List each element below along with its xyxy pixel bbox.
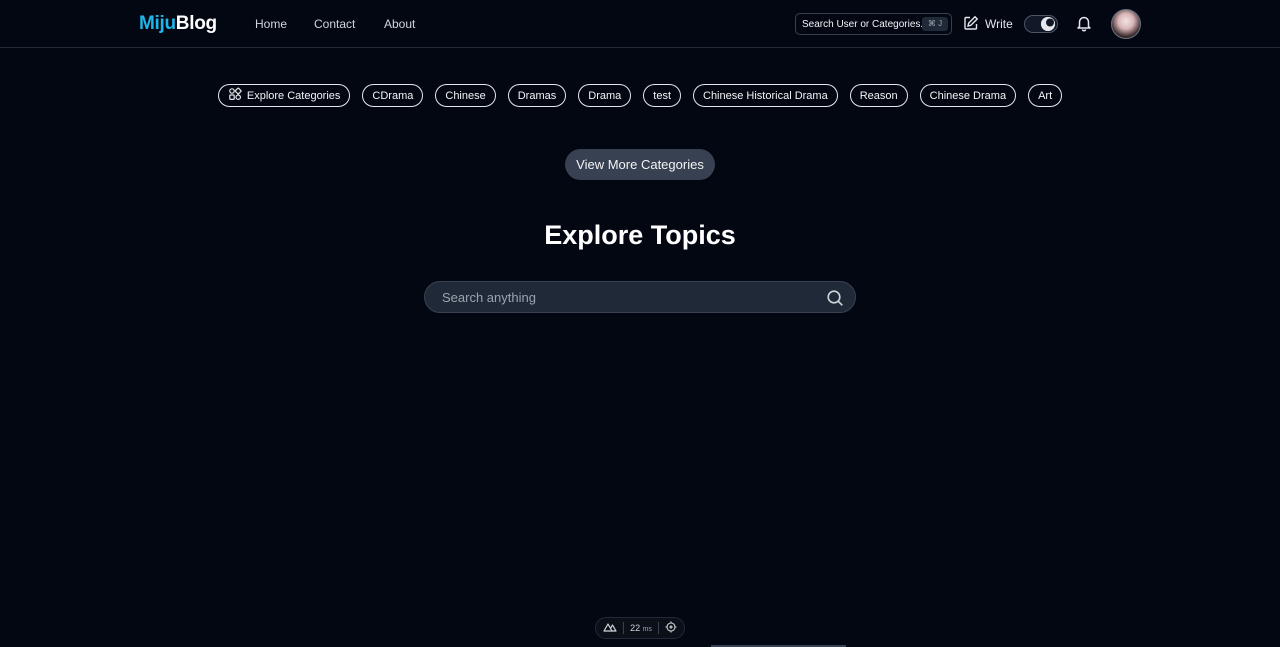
dev-toolbar: 22 ms: [595, 617, 685, 639]
nuxt-logo-icon[interactable]: [603, 622, 617, 634]
category-chip[interactable]: Chinese Historical Drama: [693, 84, 838, 107]
search-shortcut-badge: ⌘ J: [922, 17, 948, 31]
moon-icon: [1041, 17, 1055, 31]
render-time-value: 22: [630, 623, 641, 633]
bell-icon[interactable]: [1075, 14, 1093, 37]
category-chip[interactable]: Dramas: [507, 84, 567, 107]
nav-home-link[interactable]: Home: [255, 17, 287, 31]
explore-categories-chip[interactable]: Explore Categories: [217, 84, 351, 107]
crosshair-icon[interactable]: [665, 621, 677, 635]
search-icon[interactable]: [826, 289, 844, 312]
category-chip[interactable]: Drama: [578, 84, 632, 107]
header-search-label: Search User or Categories...: [802, 19, 929, 30]
nav-about-link[interactable]: About: [384, 17, 415, 31]
category-chip[interactable]: Art: [1028, 84, 1063, 107]
header-search-button[interactable]: Search User or Categories... ⌘ J: [795, 13, 952, 35]
render-time-unit: ms: [642, 626, 652, 633]
site-logo[interactable]: MijuBlog: [139, 13, 217, 35]
category-chip[interactable]: CDrama: [362, 84, 424, 107]
category-chip[interactable]: Chinese: [435, 84, 496, 107]
category-chip[interactable]: Chinese Drama: [919, 84, 1017, 107]
logo-text-miju: Miju: [139, 13, 176, 34]
nav-contact-link[interactable]: Contact: [314, 17, 355, 31]
devbar-divider: [657, 622, 659, 634]
render-time: 22 ms: [630, 623, 652, 633]
user-avatar[interactable]: [1111, 9, 1141, 39]
view-more-categories-button[interactable]: View More Categories: [565, 149, 715, 180]
shapes-icon: [228, 87, 242, 104]
navbar: MijuBlog Home Contact About Search User …: [0, 0, 1280, 48]
theme-toggle[interactable]: [1024, 15, 1058, 33]
topic-search-input[interactable]: [442, 282, 822, 312]
write-button[interactable]: Write: [963, 14, 1013, 34]
category-chip[interactable]: Reason: [849, 84, 908, 107]
page-title: Explore Topics: [544, 220, 736, 250]
topic-search-box: [424, 281, 856, 313]
category-chip-bar: Explore Categories CDrama Chinese Dramas…: [0, 84, 1280, 108]
write-label: Write: [985, 17, 1013, 31]
logo-text-blog: Blog: [175, 13, 217, 34]
pen-square-icon: [963, 15, 979, 34]
explore-categories-label: Explore Categories: [246, 89, 341, 102]
devbar-divider: [623, 622, 625, 634]
category-chip[interactable]: test: [643, 84, 681, 107]
